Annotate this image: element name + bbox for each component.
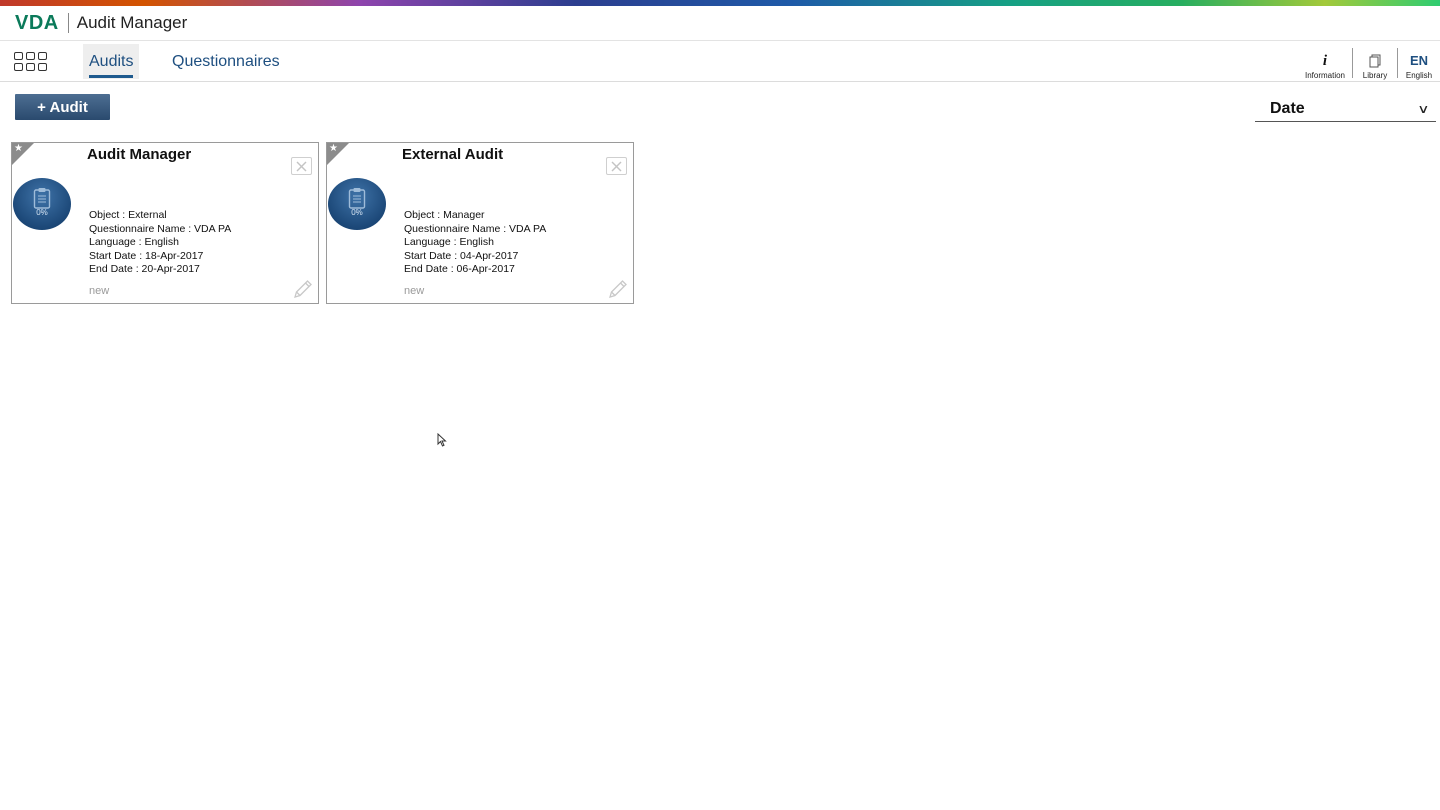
- app-title: Audit Manager: [76, 13, 188, 32]
- audit-card-title: Audit Manager: [87, 146, 192, 163]
- pencil-icon: [609, 280, 627, 298]
- clipboard-icon: [348, 188, 366, 209]
- language-button[interactable]: EN English: [1398, 41, 1440, 82]
- app-grid-icon[interactable]: [14, 52, 47, 72]
- tab-questionnaires-label: Questionnaires: [172, 52, 280, 70]
- pencil-icon: [294, 280, 312, 298]
- add-audit-button[interactable]: + Audit: [15, 94, 110, 120]
- tab-audits[interactable]: Audits: [83, 44, 140, 79]
- mouse-cursor-icon: [437, 433, 447, 447]
- audit-object: Object : Manager: [404, 209, 485, 221]
- edit-audit-button[interactable]: [607, 278, 629, 300]
- audit-status: new: [89, 285, 110, 297]
- edit-audit-button[interactable]: [292, 278, 314, 300]
- clipboard-icon: [33, 188, 51, 209]
- audit-end-date: End Date : 06-Apr-2017: [404, 263, 515, 275]
- chevron-down-icon: ∨: [1417, 101, 1430, 116]
- title-bar: VDA Audit Manager: [0, 6, 1440, 41]
- progress-badge: 0%: [328, 178, 386, 230]
- information-button[interactable]: i Information: [1298, 41, 1352, 82]
- progress-badge: 0%: [13, 178, 71, 230]
- sort-dropdown[interactable]: Date ∨: [1255, 96, 1436, 122]
- language-code: EN: [1409, 53, 1429, 68]
- audit-card-title: External Audit: [402, 146, 504, 163]
- language-label: English: [1405, 71, 1433, 80]
- progress-percent: 0%: [36, 208, 48, 217]
- delete-audit-button[interactable]: [606, 157, 627, 175]
- vda-logo: VDA: [15, 11, 59, 34]
- nav-bar: Audits Questionnaires i Information Libr…: [0, 41, 1440, 82]
- audit-details: Object : External Questionnaire Name : V…: [89, 209, 231, 277]
- audit-card[interactable]: ★ Audit Manager 0% Object : External Que…: [11, 142, 319, 304]
- right-toolbar: i Information Library EN English: [1298, 41, 1440, 82]
- audit-language: Language : English: [404, 236, 494, 248]
- audit-start-date: Start Date : 18-Apr-2017: [89, 249, 204, 262]
- library-button[interactable]: Library: [1353, 41, 1397, 82]
- audit-language: Language : English: [89, 236, 179, 248]
- audit-end-date: End Date : 20-Apr-2017: [89, 263, 200, 275]
- library-icon: [1369, 54, 1381, 68]
- tab-questionnaires[interactable]: Questionnaires: [166, 44, 286, 79]
- audit-object: Object : External: [89, 209, 167, 221]
- close-icon: [296, 161, 307, 171]
- audit-questionnaire: Questionnaire Name : VDA PA: [89, 222, 232, 235]
- audit-details: Object : Manager Questionnaire Name : VD…: [404, 209, 546, 277]
- library-label: Library: [1362, 71, 1388, 80]
- star-icon[interactable]: ★: [329, 143, 338, 155]
- tab-audits-label: Audits: [89, 52, 134, 70]
- audit-start-date: Start Date : 04-Apr-2017: [404, 249, 519, 262]
- audit-card[interactable]: ★ External Audit 0% Object : Manager Que…: [326, 142, 634, 304]
- title-divider: [67, 13, 69, 33]
- star-icon[interactable]: ★: [14, 143, 23, 155]
- information-label: Information: [1304, 71, 1346, 80]
- audit-status: new: [404, 285, 425, 297]
- info-icon: i: [1322, 53, 1328, 69]
- audit-questionnaire: Questionnaire Name : VDA PA: [404, 222, 547, 235]
- sort-value: Date: [1270, 99, 1305, 117]
- progress-percent: 0%: [351, 208, 363, 217]
- delete-audit-button[interactable]: [291, 157, 312, 175]
- close-icon: [611, 161, 622, 171]
